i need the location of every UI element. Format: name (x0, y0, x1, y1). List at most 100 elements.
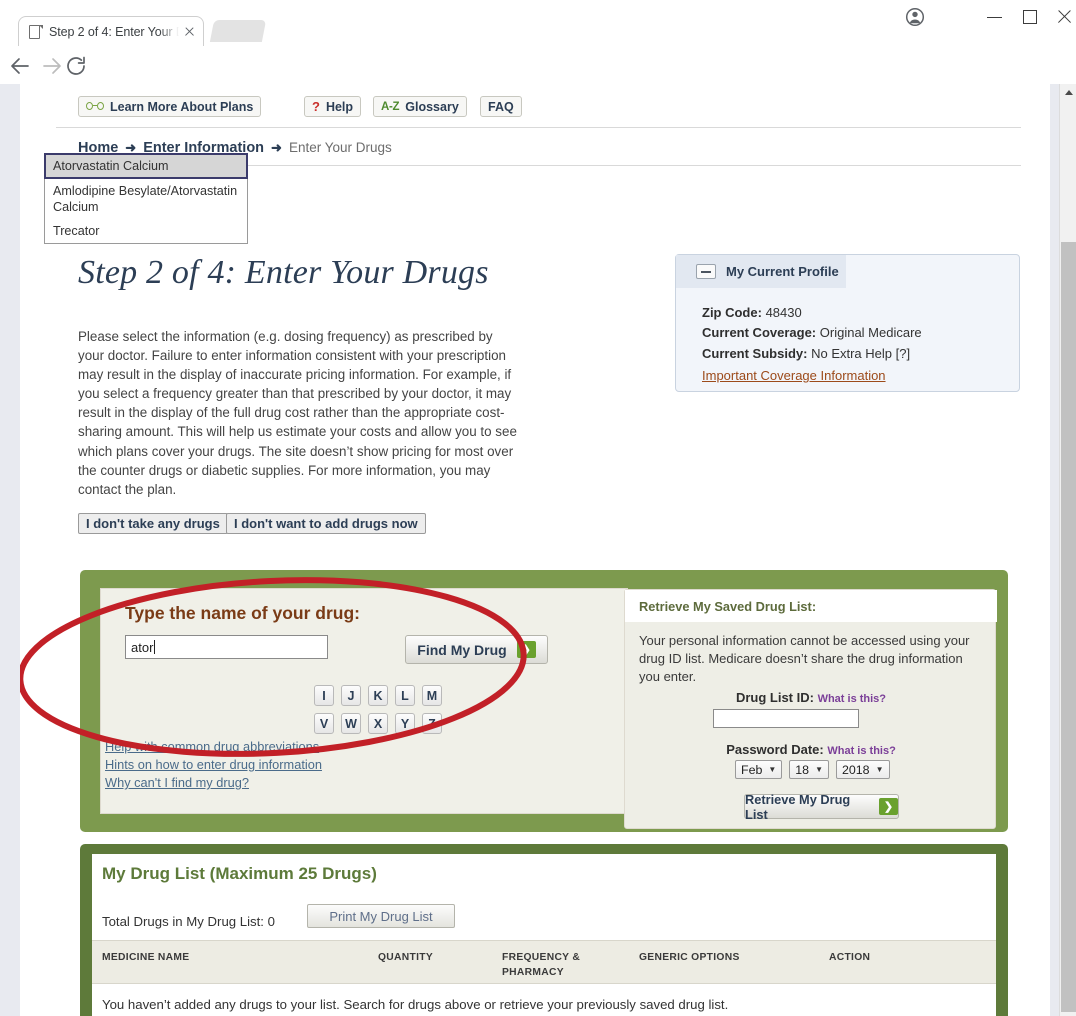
a-z-icon: A-Z (381, 100, 400, 113)
drug-autocomplete-dropdown[interactable]: Atorvastatin Calcium Amlodipine Besylate… (44, 153, 248, 244)
profile-coverage-label: Current Coverage: (702, 325, 817, 341)
alpha-button-j[interactable]: J (341, 685, 361, 706)
retrieve-card-header: Retrieve My Saved Drug List: (625, 590, 997, 622)
alpha-button-z[interactable]: Z (422, 713, 442, 734)
intro-paragraph: Please select the information (e.g. dosi… (78, 329, 517, 497)
reload-icon[interactable] (64, 54, 88, 78)
column-generic-options: GENERIC OPTIONS (639, 952, 740, 963)
alpha-button-x[interactable]: X (368, 713, 388, 734)
help-button[interactable]: ? Help (304, 96, 362, 117)
my-drug-list-card: My Drug List (Maximum 25 Drugs) Total Dr… (92, 854, 996, 1016)
alpha-button-w[interactable]: W (341, 713, 361, 734)
column-frequency-pharmacy: FREQUENCY & PHARMACY (502, 952, 581, 978)
text-caret (154, 640, 156, 654)
scroll-up-arrow-icon[interactable] (1064, 90, 1073, 95)
retrieve-my-drug-list-button[interactable]: Retrieve My Drug List ❯ (744, 792, 899, 822)
drug-list-id-label-text: Drug List ID: (735, 690, 814, 705)
alpha-button-y[interactable]: Y (395, 713, 415, 734)
month-value: Feb (741, 762, 763, 777)
profile-details: Zip Code: 48430 Current Coverage: Origin… (702, 303, 922, 364)
minimize-icon[interactable] (980, 5, 1008, 29)
page-title: Step 2 of 4: Enter Your Drugs (78, 254, 489, 291)
current-profile-card: My Current Profile Zip Code: 48430 Curre… (675, 254, 1020, 392)
find-my-drug-button[interactable]: Find My Drug ❯ (405, 635, 548, 664)
no-drugs-button[interactable]: I don't take any drugs (78, 513, 228, 534)
page-viewport: Learn More About Plans ? Help A-Z Glossa… (0, 84, 1076, 1016)
drug-list-id-help-link[interactable]: What is this? (818, 693, 886, 705)
tab-close-icon[interactable] (181, 24, 197, 40)
alpha-button-i[interactable]: I (314, 685, 334, 706)
browser-tab[interactable]: Step 2 of 4: Enter Your D (18, 16, 204, 46)
drug-name-input[interactable]: ator (125, 635, 328, 659)
empty-list-message: You haven’t added any drugs to your list… (102, 997, 729, 1012)
vertical-scrollbar[interactable] (1059, 84, 1076, 1016)
question-mark-icon: ? (312, 99, 320, 114)
autocomplete-option-0[interactable]: Atorvastatin Calcium (44, 153, 248, 179)
browser-toolbar: Secure https://plancompare.medicare.gov/… (0, 46, 1076, 126)
breadcrumb-current: Enter Your Drugs (288, 140, 392, 155)
password-date-help-link[interactable]: What is this? (827, 745, 895, 757)
year-select[interactable]: 2018 ▼ (836, 760, 890, 779)
chevron-right-icon: ❯ (516, 641, 536, 658)
maximize-icon[interactable] (1016, 5, 1044, 29)
drug-list-id-input[interactable] (713, 709, 859, 728)
find-my-drug-label: Find My Drug (417, 641, 507, 658)
profile-avatar-icon[interactable] (903, 5, 927, 29)
tab-strip: Step 2 of 4: Enter Your D (0, 0, 1076, 46)
profile-subsidy-value: No Extra Help [?] (811, 345, 911, 361)
my-drug-list-title: My Drug List (Maximum 25 Drugs) (102, 864, 377, 883)
month-select[interactable]: Feb ▼ (735, 760, 783, 779)
profile-title: My Current Profile (726, 264, 839, 279)
column-quantity: QUANTITY (378, 952, 434, 963)
close-icon[interactable] (1052, 5, 1076, 29)
retrieve-heading: Retrieve My Saved Drug List: (639, 598, 817, 614)
alpha-button-v[interactable]: V (314, 713, 334, 734)
alpha-button-m[interactable]: M (422, 685, 442, 706)
important-coverage-information-link[interactable]: Important Coverage Information (702, 368, 886, 383)
year-value: 2018 (842, 762, 870, 777)
print-my-drug-list-button[interactable]: Print My Drug List (307, 904, 455, 928)
alphabet-row-2: V W X Y Z (314, 713, 442, 734)
alpha-button-k[interactable]: K (368, 685, 388, 706)
new-tab-button[interactable] (209, 20, 267, 42)
scrollbar-thumb[interactable] (1061, 242, 1076, 1012)
drug-name-input-value: ator (131, 639, 154, 655)
glossary-label: Glossary (405, 99, 459, 114)
hints-enter-drug-info-link[interactable]: Hints on how to enter drug information (105, 757, 322, 772)
learn-more-label: Learn More About Plans (110, 99, 254, 114)
tab-title: Step 2 of 4: Enter Your D (49, 24, 179, 39)
drug-list-id-label: Drug List ID: What is this? (625, 690, 997, 705)
alpha-button-l[interactable]: L (395, 685, 415, 706)
no-add-drugs-label: I don't want to add drugs now (234, 516, 418, 531)
learn-more-about-plans-button[interactable]: Learn More About Plans (78, 96, 262, 117)
profile-subsidy-row: Current Subsidy: No Extra Help [?] (702, 344, 922, 364)
back-arrow-icon[interactable] (8, 54, 32, 78)
why-cant-i-find-my-drug-link[interactable]: Why can't I find my drug? (105, 775, 249, 790)
profile-coverage-row: Current Coverage: Original Medicare (702, 323, 922, 343)
help-label: Help (325, 99, 354, 114)
glossary-button[interactable]: A-Z Glossary (373, 96, 467, 117)
column-action: ACTION (829, 952, 871, 963)
profile-zip-value: 48430 (765, 305, 802, 320)
page-favicon-icon (29, 24, 43, 40)
print-button-label: Print My Drug List (329, 908, 433, 924)
day-value: 18 (795, 762, 810, 777)
no-add-drugs-now-button[interactable]: I don't want to add drugs now (226, 513, 426, 534)
autocomplete-option-2[interactable]: Trecator (45, 219, 247, 243)
collapse-icon[interactable] (696, 264, 716, 279)
breadcrumb-arrow-icon-2: ➜ (271, 139, 282, 155)
password-date-label: Password Date: What is this? (625, 742, 997, 757)
profile-subsidy-label: Current Subsidy: (702, 345, 808, 361)
profile-card-header[interactable]: My Current Profile (676, 255, 846, 288)
chevron-down-icon-2: ▼ (815, 765, 823, 774)
autocomplete-option-1[interactable]: Amlodipine Besylate/Atorvastatin Calcium (45, 179, 247, 219)
faq-button[interactable]: FAQ (480, 96, 522, 117)
medicare-plan-finder-page: Learn More About Plans ? Help A-Z Glossa… (20, 84, 1050, 1016)
chevron-right-icon-retrieve: ❯ (879, 798, 898, 815)
my-drug-list-panel: My Drug List (Maximum 25 Drugs) Total Dr… (80, 844, 1008, 1016)
no-drugs-label: I don't take any drugs (86, 516, 220, 531)
help-abbreviations-link[interactable]: Help with common drug abbreviations (105, 739, 319, 754)
retrieve-description: Your personal information cannot be acce… (639, 633, 970, 684)
alphabet-row-1: I J K L M (314, 685, 442, 706)
day-select[interactable]: 18 ▼ (789, 760, 829, 779)
